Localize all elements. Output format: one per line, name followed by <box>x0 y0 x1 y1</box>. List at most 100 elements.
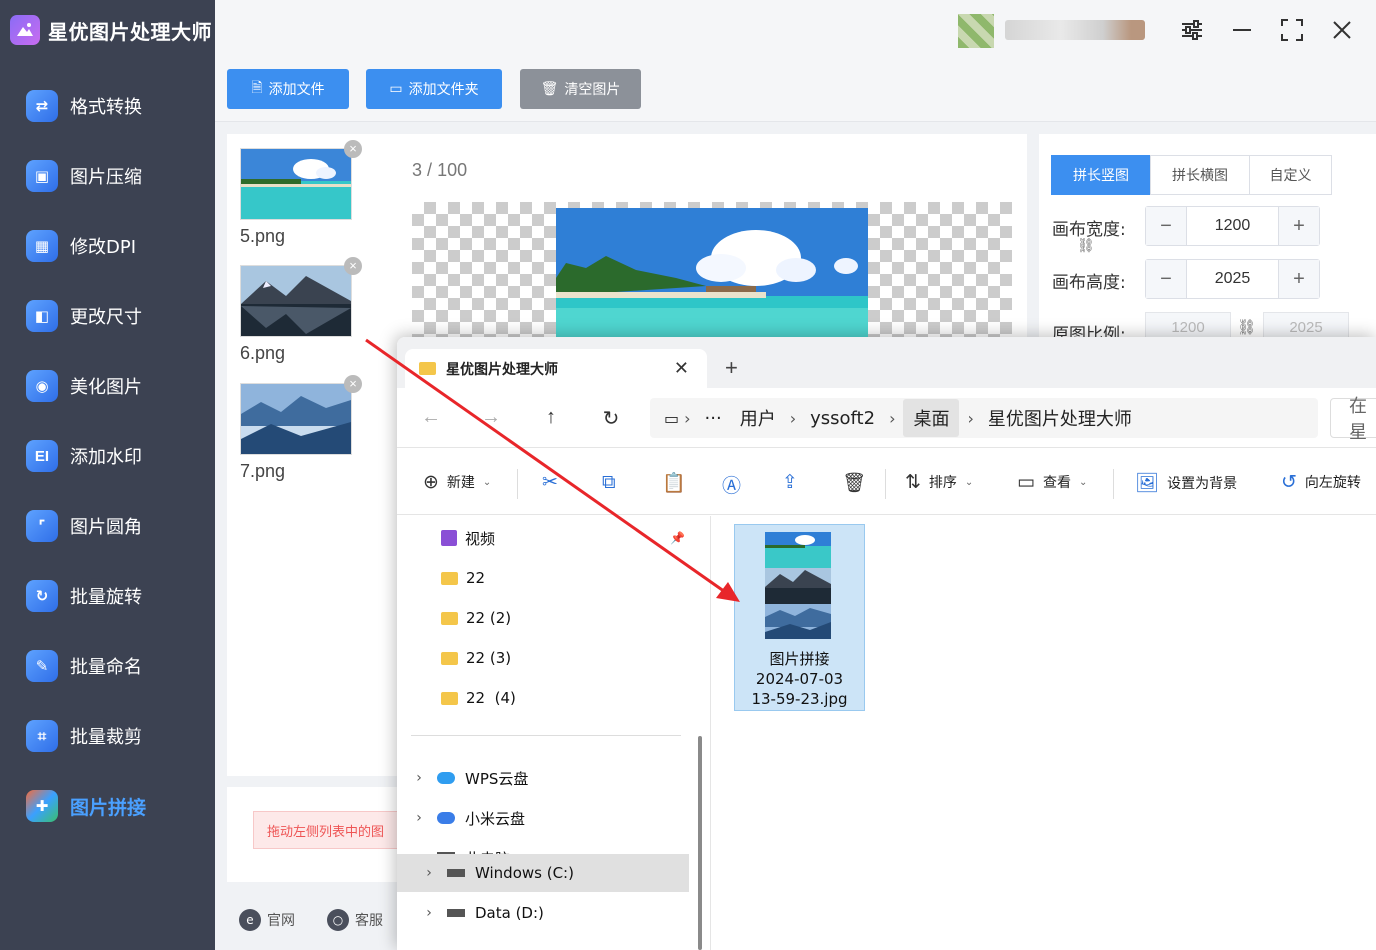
chevron-right-icon[interactable]: › <box>411 770 427 786</box>
set-background-label: 设置为背景 <box>1167 475 1238 492</box>
cut-button[interactable]: ✂ <box>542 471 558 493</box>
file-list-item[interactable]: × 7.png <box>240 375 362 482</box>
decrease-height-button[interactable]: − <box>1146 260 1186 298</box>
canvas-width-stepper[interactable]: − 1200 + <box>1145 206 1320 246</box>
browser-icon: e <box>239 909 261 931</box>
rotate-left-button[interactable]: ↺ 向左旋转 <box>1281 471 1361 493</box>
sidebar-item-watermark[interactable]: EI 添加水印 <box>0 421 215 491</box>
canvas-height-stepper[interactable]: − 2025 + <box>1145 259 1320 299</box>
settings-sliders-icon[interactable] <box>1177 15 1207 45</box>
tree-item-folder[interactable]: 22 (4) <box>397 679 689 717</box>
canvas-height-value[interactable]: 2025 <box>1186 260 1279 298</box>
remove-file-icon[interactable]: × <box>344 257 362 275</box>
pin-icon[interactable]: 📌 <box>670 531 685 545</box>
tab-custom[interactable]: 自定义 <box>1249 155 1332 195</box>
remove-file-icon[interactable]: × <box>344 140 362 158</box>
address-bar[interactable]: ▭ › ··· 用户 › yssoft2 › 桌面 › 星优图片处理大师 <box>650 398 1318 438</box>
tree-item-drive-c[interactable]: › Windows (C:) <box>397 854 689 892</box>
sidebar-item-round-corner[interactable]: ⌜ 图片圆角 <box>0 491 215 561</box>
breadcrumb-overflow[interactable]: ··· <box>705 408 722 429</box>
close-tab-icon[interactable]: ✕ <box>674 358 689 379</box>
set-background-button[interactable]: 🖼 设置为背景 <box>1135 471 1237 494</box>
up-arrow-icon[interactable]: ↑ <box>539 406 563 429</box>
tree-item-folder[interactable]: 22 (2) <box>397 599 689 637</box>
view-label: 查看 <box>1042 475 1071 491</box>
search-box[interactable]: 在 星 <box>1330 396 1376 442</box>
share-button[interactable]: ⇪ <box>782 471 798 493</box>
divider <box>517 469 518 499</box>
breadcrumb-user[interactable]: yssoft2 <box>810 408 875 429</box>
file-icon: 🗎 <box>251 80 263 96</box>
tree-item-folder[interactable]: 22 <box>397 559 689 597</box>
ratio-link-icon[interactable]: ⛓ <box>1237 318 1256 336</box>
breadcrumb-desktop[interactable]: 桌面 <box>903 399 960 437</box>
explorer-tab[interactable]: 星优图片处理大师 ✕ <box>405 349 707 388</box>
sidebar-item-dpi[interactable]: ▦ 修改DPI <box>0 211 215 281</box>
file-label-line: 13-59-23.jpg <box>751 690 848 708</box>
tab-vertical-stitch[interactable]: 拼长竖图 <box>1051 155 1151 195</box>
back-arrow-icon[interactable]: ← <box>419 406 443 429</box>
website-label: 官网 <box>267 913 295 929</box>
sort-button[interactable]: ⇅ 排序 ⌄ <box>905 471 973 493</box>
rename-button[interactable]: Ⓐ <box>722 471 741 498</box>
breadcrumb-users[interactable]: 用户 <box>740 405 776 431</box>
link-icon[interactable]: ⛓ <box>1077 238 1095 254</box>
paste-button[interactable]: 📋 <box>662 471 686 494</box>
breadcrumb-folder[interactable]: 星优图片处理大师 <box>988 405 1132 431</box>
tree-item-drive-d[interactable]: › Data (D:) <box>397 894 689 932</box>
add-file-button[interactable]: 🗎 添加文件 <box>227 69 349 109</box>
refresh-icon[interactable]: ↻ <box>599 406 623 431</box>
beautify-icon: ◉ <box>26 370 58 402</box>
close-icon[interactable] <box>1327 15 1357 45</box>
page-total: 100 <box>437 160 468 180</box>
minimize-icon[interactable] <box>1227 15 1257 45</box>
chevron-right-icon: › <box>889 408 896 428</box>
tree-item-videos[interactable]: 视频 📌 <box>397 519 689 557</box>
sidebar-item-rename[interactable]: ✎ 批量命名 <box>0 631 215 701</box>
navigation-tree: 视频 📌 22 22 (2) 22 (3) 22 (4) › WPS云盘 › 小… <box>397 516 702 950</box>
sidebar-item-beautify[interactable]: ◉ 美化图片 <box>0 351 215 421</box>
sidebar-item-label: 格式转换 <box>70 97 142 118</box>
chevron-right-icon[interactable]: › <box>421 865 437 881</box>
divider <box>885 469 886 499</box>
avatar[interactable] <box>958 14 994 48</box>
chevron-right-icon[interactable]: › <box>411 810 427 826</box>
tree-scrollbar[interactable] <box>698 736 702 950</box>
new-tab-icon[interactable]: + <box>725 355 738 381</box>
forward-arrow-icon[interactable]: → <box>479 406 503 429</box>
maximize-icon[interactable] <box>1277 15 1307 45</box>
website-link[interactable]: e 官网 <box>239 909 295 931</box>
increase-height-button[interactable]: + <box>1279 260 1319 298</box>
tab-horizontal-stitch[interactable]: 拼长横图 <box>1150 155 1250 195</box>
new-button[interactable]: ⊕ 新建 ⌄ <box>423 471 491 493</box>
file-name: 7.png <box>240 461 286 481</box>
canvas-width-label: 画布宽度: <box>1052 220 1126 240</box>
file-list-item[interactable]: × 5.png <box>240 140 362 247</box>
sidebar-item-stitch[interactable]: ✚ 图片拼接 <box>0 771 215 841</box>
chevron-right-icon[interactable]: › <box>421 905 437 921</box>
stitched-image-file[interactable]: 图片拼接 2024-07-03 13-59-23.jpg <box>734 524 865 711</box>
clear-images-button[interactable]: 🗑 清空图片 <box>520 69 641 109</box>
sidebar-item-format-convert[interactable]: ⇄ 格式转换 <box>0 71 215 141</box>
tree-item-xiaomi-cloud[interactable]: › 小米云盘 <box>397 799 689 837</box>
file-list-item[interactable]: × 6.png <box>240 257 362 364</box>
customer-service-link[interactable]: ○ 客服 <box>327 909 383 931</box>
increase-width-button[interactable]: + <box>1279 207 1319 245</box>
canvas-width-value[interactable]: 1200 <box>1186 207 1279 245</box>
copy-button[interactable]: ⧉ <box>602 471 616 493</box>
stitch-icon: ✚ <box>26 790 58 822</box>
round-corner-icon: ⌜ <box>26 510 58 542</box>
add-folder-button[interactable]: ▭ 添加文件夹 <box>366 69 502 109</box>
sidebar-item-crop[interactable]: ⌗ 批量裁剪 <box>0 701 215 771</box>
scissors-icon: ✂ <box>542 471 558 493</box>
view-button[interactable]: ▭ 查看 ⌄ <box>1017 471 1087 493</box>
sidebar-item-rotate[interactable]: ↻ 批量旋转 <box>0 561 215 631</box>
sidebar-item-resize[interactable]: ◧ 更改尺寸 <box>0 281 215 351</box>
remove-file-icon[interactable]: × <box>344 375 362 393</box>
decrease-width-button[interactable]: − <box>1146 207 1186 245</box>
delete-button[interactable]: 🗑 <box>842 471 866 494</box>
sidebar-item-label: 图片拼接 <box>70 796 147 819</box>
tree-item-folder[interactable]: 22 (3) <box>397 639 689 677</box>
tree-item-wps-cloud[interactable]: › WPS云盘 <box>397 759 689 797</box>
sidebar-item-compress[interactable]: ▣ 图片压缩 <box>0 141 215 211</box>
